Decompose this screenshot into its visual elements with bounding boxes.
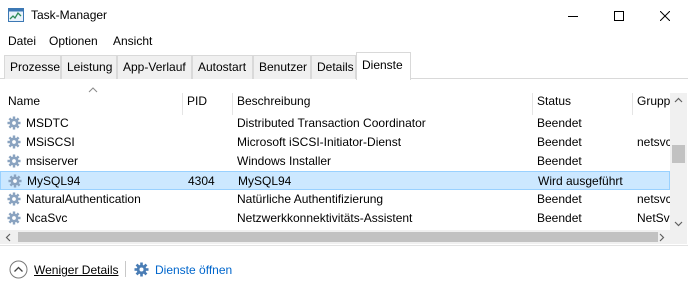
cell-name: msiserver <box>26 154 79 168</box>
table-row[interactable]: MSiSCSI Microsoft iSCSI-Initiator-Dienst B… <box>0 133 670 152</box>
chevron-up-circle-icon[interactable] <box>9 260 28 279</box>
table-row[interactable]: NcaSvc Netzwerkkonnektivitäts-Assistent Be… <box>0 209 670 228</box>
tab-bar: Prozesse Leistung App-Verlauf Autostart … <box>0 52 688 80</box>
close-button[interactable] <box>642 0 688 31</box>
vertical-scrollbar-thumb[interactable] <box>672 145 685 163</box>
cell-name: MSiSCSI <box>26 135 75 149</box>
footer-divider <box>125 261 126 277</box>
cell-name: NcaSvc <box>26 211 68 225</box>
menu-datei[interactable]: Datei <box>8 34 36 48</box>
scrollbar-corner <box>670 230 687 244</box>
gear-icon[interactable] <box>134 262 149 277</box>
cell-group: netsvcs <box>637 135 670 149</box>
service-gear-icon <box>7 116 21 130</box>
service-gear-icon <box>7 211 21 225</box>
menu-bar: Datei Optionen Ansicht <box>0 31 688 51</box>
menu-optionen[interactable]: Optionen <box>49 34 98 48</box>
close-icon <box>660 10 670 21</box>
cell-status: Beendet <box>537 211 582 225</box>
table-row[interactable]: NaturalAuthentication Natürliche Authenti… <box>0 190 670 209</box>
tab-dienste[interactable]: Dienste <box>356 52 411 80</box>
scroll-left-icon <box>5 233 11 242</box>
minimize-button[interactable] <box>550 0 596 31</box>
cell-status: Wird ausgeführt <box>538 174 623 188</box>
cell-status: Beendet <box>537 154 582 168</box>
cell-description: Windows Installer <box>237 154 332 168</box>
window-title: Task-Manager <box>31 8 108 22</box>
tab-leistung[interactable]: Leistung <box>61 55 117 79</box>
tab-app-verlauf[interactable]: App-Verlauf <box>117 55 192 79</box>
scroll-up-icon <box>674 97 683 103</box>
service-gear-icon <box>8 174 22 188</box>
fewer-details-link[interactable]: Weniger Details <box>34 263 118 277</box>
task-manager-icon <box>8 8 24 22</box>
cell-pid: 4304 <box>188 174 215 188</box>
cell-name: MSDTC <box>26 116 69 130</box>
cell-group: netsvcs <box>637 192 670 206</box>
service-gear-icon <box>7 192 21 206</box>
horizontal-scrollbar-thumb[interactable] <box>18 232 658 242</box>
tab-autostart[interactable]: Autostart <box>192 55 253 79</box>
menu-ansicht[interactable]: Ansicht <box>113 34 152 48</box>
tab-details[interactable]: Details <box>311 55 356 79</box>
table-row[interactable]: MySQL94 4304 MySQL94 Wird ausgeführt <box>0 171 670 190</box>
column-header-gruppe[interactable]: Gruppe <box>633 93 670 115</box>
cell-status: Beendet <box>537 116 582 130</box>
cell-status: Beendet <box>537 192 582 206</box>
cell-description: Microsoft iSCSI-Initiator-Dienst <box>237 135 402 149</box>
cell-status: Beendet <box>537 135 582 149</box>
cell-description: Netzwerkkonnektivitäts-Assistent <box>237 211 413 225</box>
table-row[interactable]: MSDTC Distributed Transaction Coordinator… <box>0 114 670 133</box>
column-header-pid[interactable]: PID <box>183 93 233 115</box>
cell-description: MySQL94 <box>238 174 292 188</box>
minimize-icon <box>568 15 578 17</box>
title-bar[interactable]: Task-Manager <box>0 0 688 31</box>
cell-description: Natürliche Authentifizierung <box>237 192 384 206</box>
scroll-down-icon <box>674 221 683 227</box>
scroll-right-icon <box>659 233 665 242</box>
cell-name: NaturalAuthentication <box>26 192 141 206</box>
maximize-button[interactable] <box>596 0 642 31</box>
cell-group: NetSvcs <box>637 211 670 225</box>
tab-prozesse[interactable]: Prozesse <box>4 55 61 79</box>
tab-benutzer[interactable]: Benutzer <box>253 55 311 79</box>
cell-name: MySQL94 <box>27 174 81 188</box>
column-header-beschreibung[interactable]: Beschreibung <box>233 93 533 115</box>
table-row[interactable]: msiserver Windows Installer Beendet <box>0 152 670 171</box>
maximize-icon <box>614 10 624 21</box>
column-header-status[interactable]: Status <box>533 93 633 115</box>
cell-description: Distributed Transaction Coordinator <box>237 116 426 130</box>
service-gear-icon <box>7 154 21 168</box>
service-gear-icon <box>7 135 21 149</box>
open-services-link[interactable]: Dienste öffnen <box>155 263 232 277</box>
column-header-name[interactable]: Name <box>4 93 183 115</box>
